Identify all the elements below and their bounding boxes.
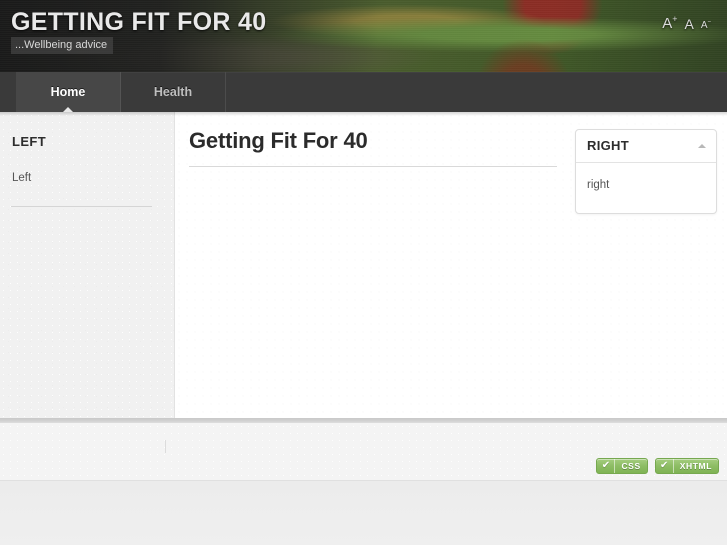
body-wrapper: LEFT Left Getting Fit For 40 RIGHT right (0, 112, 727, 418)
chevron-up-icon[interactable] (698, 143, 706, 148)
right-panel-body: right (587, 179, 610, 191)
main-content: Getting Fit For 40 RIGHT right (175, 112, 727, 418)
font-size-reset-letter: A (684, 16, 694, 32)
site-header: GETTING FIT FOR 40 ...Wellbeing advice A… (0, 0, 727, 72)
nav-item-home-label: Home (50, 85, 86, 99)
site-tagline: ...Wellbeing advice (11, 37, 114, 54)
left-sidebar-divider (11, 206, 152, 207)
nav-item-health-label: Health (153, 85, 193, 99)
font-size-decrease-sign: − (707, 19, 711, 26)
header-content: GETTING FIT FOR 40 ...Wellbeing advice A… (0, 0, 727, 72)
below-fold-area (0, 481, 727, 545)
font-size-reset-button[interactable]: A (684, 17, 693, 31)
xhtml-validation-badge[interactable]: ✔ XHTML (654, 458, 719, 474)
footer-separator: | (165, 440, 166, 453)
right-panel: RIGHT right (575, 129, 717, 214)
check-icon: ✔ (656, 459, 674, 473)
page-root: GETTING FIT FOR 40 ...Wellbeing advice A… (0, 0, 727, 545)
left-sidebar-text: Left (12, 172, 32, 184)
left-sidebar: LEFT Left (0, 112, 175, 418)
xhtml-badge-label: XHTML (679, 461, 712, 471)
site-title: GETTING FIT FOR 40 (11, 8, 267, 36)
check-icon: ✔ (597, 459, 616, 473)
right-panel-title: RIGHT (587, 138, 629, 153)
site-footer: ✔ CSS ✔ XHTML (0, 423, 727, 481)
nav-list: Home Health (0, 72, 226, 112)
nav-item-home[interactable]: Home (16, 72, 121, 112)
nav-item-health[interactable]: Health (121, 72, 226, 112)
right-sidebar: RIGHT right (575, 129, 717, 214)
page-title-rule (189, 166, 557, 167)
font-size-increase-button[interactable]: A+ (662, 14, 678, 32)
css-validation-badge[interactable]: ✔ CSS (596, 458, 648, 474)
right-panel-header[interactable]: RIGHT (576, 130, 716, 163)
font-size-increase-sign: + (672, 14, 678, 24)
validation-badges: ✔ CSS ✔ XHTML (596, 458, 719, 474)
font-size-decrease-button[interactable]: A− (701, 19, 711, 31)
font-size-controls: A+ A A− (662, 14, 711, 32)
font-size-increase-letter: A (662, 15, 673, 32)
left-sidebar-title: LEFT (12, 134, 47, 149)
main-navigation: Home Health (0, 72, 727, 112)
css-badge-label: CSS (621, 461, 641, 471)
